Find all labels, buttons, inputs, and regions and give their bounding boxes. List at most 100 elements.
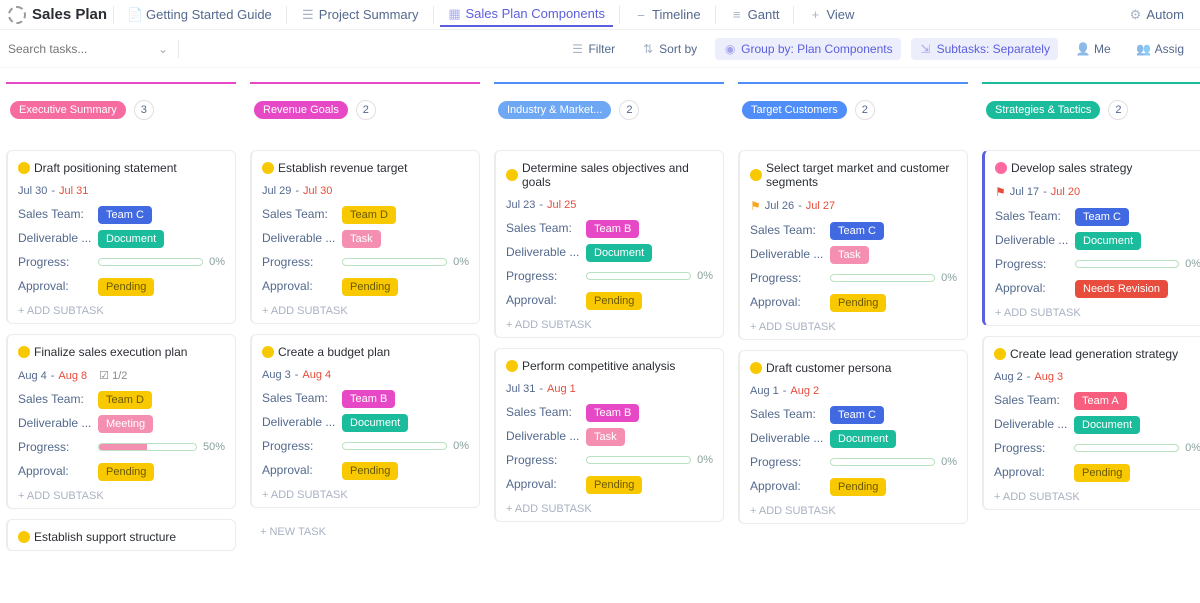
field-tag[interactable]: Pending (830, 478, 886, 496)
add-subtask-button[interactable]: + ADD SUBTASK (506, 317, 713, 331)
field-tag[interactable]: Pending (830, 294, 886, 312)
field-tag[interactable]: Pending (98, 278, 154, 296)
field-label: Progress: (750, 271, 824, 285)
add-subtask-button[interactable]: + ADD SUBTASK (995, 305, 1200, 319)
field-label: Progress: (506, 269, 580, 283)
progress-percent: 0% (1185, 442, 1200, 454)
subtasks-chip[interactable]: ⇲Subtasks: Separately (911, 38, 1058, 60)
field-tag[interactable]: Team D (342, 206, 396, 224)
tab-project-summary[interactable]: ☰Project Summary (293, 3, 427, 26)
page-title: Sales Plan (8, 6, 107, 24)
progress-bar[interactable]: 0% (830, 456, 957, 468)
status-dot-icon (995, 162, 1007, 174)
progress-bar[interactable]: 0% (586, 270, 713, 282)
field-tag[interactable]: Team C (1075, 208, 1129, 226)
card-field-row: Sales Team:Team C (995, 209, 1200, 223)
task-card[interactable]: Create lead generation strategyAug 2 - A… (982, 336, 1200, 510)
task-card[interactable]: Develop sales strategy⚑Jul 17 - Jul 20Sa… (982, 150, 1200, 326)
field-tag[interactable]: Document (586, 244, 652, 262)
progress-bar[interactable]: 0% (586, 454, 713, 466)
filter-button[interactable]: ☰Filter (562, 38, 623, 60)
add-subtask-button[interactable]: + ADD SUBTASK (262, 487, 469, 501)
field-tag[interactable]: Document (1075, 232, 1141, 250)
task-card[interactable]: Create a budget planAug 3 - Aug 4Sales T… (250, 334, 480, 508)
field-tag[interactable]: Pending (1074, 464, 1130, 482)
field-tag[interactable]: Team C (830, 406, 884, 424)
progress-percent: 0% (941, 456, 957, 468)
tab-sales-plan-components[interactable]: ▦Sales Plan Components (440, 2, 613, 27)
add-subtask-button[interactable]: + ADD SUBTASK (18, 303, 225, 317)
progress-percent: 0% (697, 454, 713, 466)
column-title-pill[interactable]: Executive Summary (10, 101, 126, 119)
add-subtask-button[interactable]: + ADD SUBTASK (994, 489, 1200, 503)
progress-bar[interactable]: 0% (342, 440, 469, 452)
plus-icon: + (808, 8, 822, 22)
field-tag[interactable]: Pending (586, 476, 642, 494)
assignee-filter[interactable]: 👥Assig (1129, 38, 1192, 60)
field-tag[interactable]: Team B (586, 220, 639, 238)
field-tag[interactable]: Team A (1074, 392, 1127, 410)
column-title-pill[interactable]: Target Customers (742, 101, 847, 119)
task-card[interactable]: Perform competitive analysisJul 31 - Aug… (494, 348, 724, 522)
search-input[interactable] (8, 42, 148, 56)
list-icon: ☰ (301, 8, 315, 22)
tab-gantt[interactable]: ≡Gantt (722, 3, 788, 26)
field-tag[interactable]: Task (342, 230, 381, 248)
new-task-button[interactable]: + NEW TASK (250, 518, 480, 546)
field-tag[interactable]: Team B (342, 390, 395, 408)
field-tag[interactable]: Team D (98, 391, 152, 409)
field-tag[interactable]: Team B (586, 404, 639, 422)
tab-view[interactable]: +View (800, 3, 862, 26)
add-subtask-button[interactable]: + ADD SUBTASK (262, 303, 469, 317)
progress-bar[interactable]: 0% (1075, 258, 1200, 270)
field-tag[interactable]: Task (830, 246, 869, 264)
task-card[interactable]: Finalize sales execution planAug 4 - Aug… (6, 334, 236, 509)
progress-bar[interactable]: 0% (98, 256, 225, 268)
field-tag[interactable]: Document (342, 414, 408, 432)
date-start: Aug 1 (750, 385, 779, 397)
field-tag[interactable]: Document (98, 230, 164, 248)
progress-bar[interactable]: 0% (342, 256, 469, 268)
add-subtask-button[interactable]: + ADD SUBTASK (750, 319, 957, 333)
date-start: Jul 30 (18, 185, 47, 197)
field-tag[interactable]: Pending (342, 278, 398, 296)
doc-icon: 📄 (128, 8, 142, 22)
chevron-down-icon[interactable]: ⌄ (158, 42, 168, 56)
column-title-pill[interactable]: Revenue Goals (254, 101, 348, 119)
field-tag[interactable]: Pending (98, 463, 154, 481)
tab-getting-started-guide[interactable]: 📄Getting Started Guide (120, 3, 280, 26)
field-tag[interactable]: Meeting (98, 415, 153, 433)
field-tag[interactable]: Pending (586, 292, 642, 310)
field-tag[interactable]: Pending (342, 462, 398, 480)
field-tag[interactable]: Team C (98, 206, 152, 224)
add-subtask-button[interactable]: + ADD SUBTASK (506, 501, 713, 515)
progress-bar[interactable]: 50% (98, 441, 225, 453)
column-count: 2 (619, 100, 639, 120)
card-title: Develop sales strategy (995, 161, 1200, 175)
field-tag[interactable]: Needs Revision (1075, 280, 1168, 298)
column-title-pill[interactable]: Strategies & Tactics (986, 101, 1100, 119)
field-tag[interactable]: Task (586, 428, 625, 446)
tab-timeline[interactable]: ⎯Timeline (626, 3, 709, 26)
add-subtask-button[interactable]: + ADD SUBTASK (750, 503, 957, 517)
field-tag[interactable]: Team C (830, 222, 884, 240)
group-by-chip[interactable]: ◉Group by: Plan Components (715, 38, 900, 60)
task-card[interactable]: Determine sales objectives and goalsJul … (494, 150, 724, 338)
date-start: Jul 26 (765, 200, 794, 212)
task-card[interactable]: Establish revenue targetJul 29 - Jul 30S… (250, 150, 480, 324)
field-tag[interactable]: Document (1074, 416, 1140, 434)
progress-percent: 0% (941, 272, 957, 284)
me-filter[interactable]: 👤Me (1068, 38, 1119, 60)
add-subtask-button[interactable]: + ADD SUBTASK (18, 488, 225, 502)
column-title-pill[interactable]: Industry & Market... (498, 101, 611, 119)
task-card[interactable]: Draft customer personaAug 1 - Aug 2Sales… (738, 350, 968, 524)
automations-button[interactable]: ⚙ Autom (1120, 3, 1192, 26)
sort-button[interactable]: ⇅Sort by (633, 38, 705, 60)
task-card[interactable]: Select target market and customer segmen… (738, 150, 968, 340)
progress-row: Progress:50% (18, 440, 225, 454)
task-card[interactable]: Draft positioning statementJul 30 - Jul … (6, 150, 236, 324)
field-tag[interactable]: Document (830, 430, 896, 448)
progress-bar[interactable]: 0% (1074, 442, 1200, 454)
task-card[interactable]: Establish support structure (6, 519, 236, 551)
progress-bar[interactable]: 0% (830, 272, 957, 284)
